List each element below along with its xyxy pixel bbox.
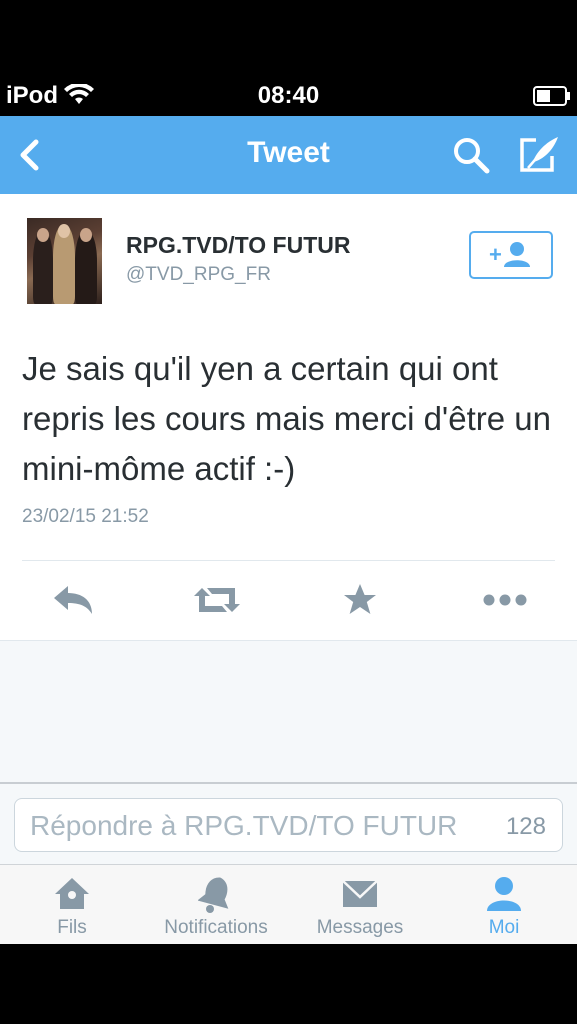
- add-user-icon: +: [489, 242, 530, 267]
- retweet-icon[interactable]: [192, 582, 242, 618]
- author-handle[interactable]: @TVD_RPG_FR: [126, 264, 271, 286]
- search-icon[interactable]: [452, 136, 490, 174]
- favorite-icon[interactable]: [342, 582, 378, 618]
- more-icon[interactable]: [482, 582, 528, 618]
- bell-icon: [198, 877, 229, 913]
- tab-messages[interactable]: Messages: [288, 865, 432, 945]
- screen-bezel: [0, 944, 577, 1024]
- compose-icon[interactable]: [518, 134, 560, 174]
- tab-label: Moi: [488, 917, 520, 938]
- reply-input[interactable]: Répondre à RPG.TVD/TO FUTUR 128: [14, 798, 563, 852]
- tweet-text: Je sais qu'il yen a certain qui ont repr…: [22, 350, 551, 487]
- tab-label: Notifications: [164, 917, 268, 938]
- reply-icon[interactable]: [52, 582, 94, 618]
- author-name[interactable]: RPG.TVD/TO FUTUR: [126, 232, 350, 259]
- tweet-timestamp: 23/02/15 21:52: [22, 506, 149, 527]
- tab-me[interactable]: Moi: [432, 865, 576, 945]
- divider: [22, 560, 555, 561]
- envelope-icon: [342, 880, 378, 907]
- home-icon: [55, 878, 89, 909]
- battery-icon: [533, 86, 570, 106]
- tab-label: Fils: [57, 917, 87, 938]
- svg-text:+: +: [489, 242, 502, 267]
- person-icon: [487, 877, 521, 911]
- follow-button[interactable]: +: [469, 231, 553, 279]
- tab-bar: Fils Notifications Messages Moi: [0, 864, 577, 944]
- navigation-bar: Tweet: [0, 116, 577, 194]
- tab-home[interactable]: Fils: [0, 865, 144, 945]
- character-count: 128: [505, 813, 546, 840]
- page-title: Tweet: [247, 136, 330, 169]
- clock-label: 08:40: [257, 82, 320, 109]
- tab-notifications[interactable]: Notifications: [144, 865, 288, 945]
- avatar[interactable]: [27, 218, 102, 304]
- status-bar: iPod 08:40: [0, 0, 577, 116]
- tweet-detail: RPG.TVD/TO FUTUR @TVD_RPG_FR + Je sais q…: [0, 194, 577, 640]
- empty-area: [0, 640, 577, 782]
- reply-placeholder: Répondre à RPG.TVD/TO FUTUR: [30, 810, 458, 841]
- tab-label: Messages: [316, 917, 404, 938]
- reply-bar: Répondre à RPG.TVD/TO FUTUR 128: [0, 782, 577, 864]
